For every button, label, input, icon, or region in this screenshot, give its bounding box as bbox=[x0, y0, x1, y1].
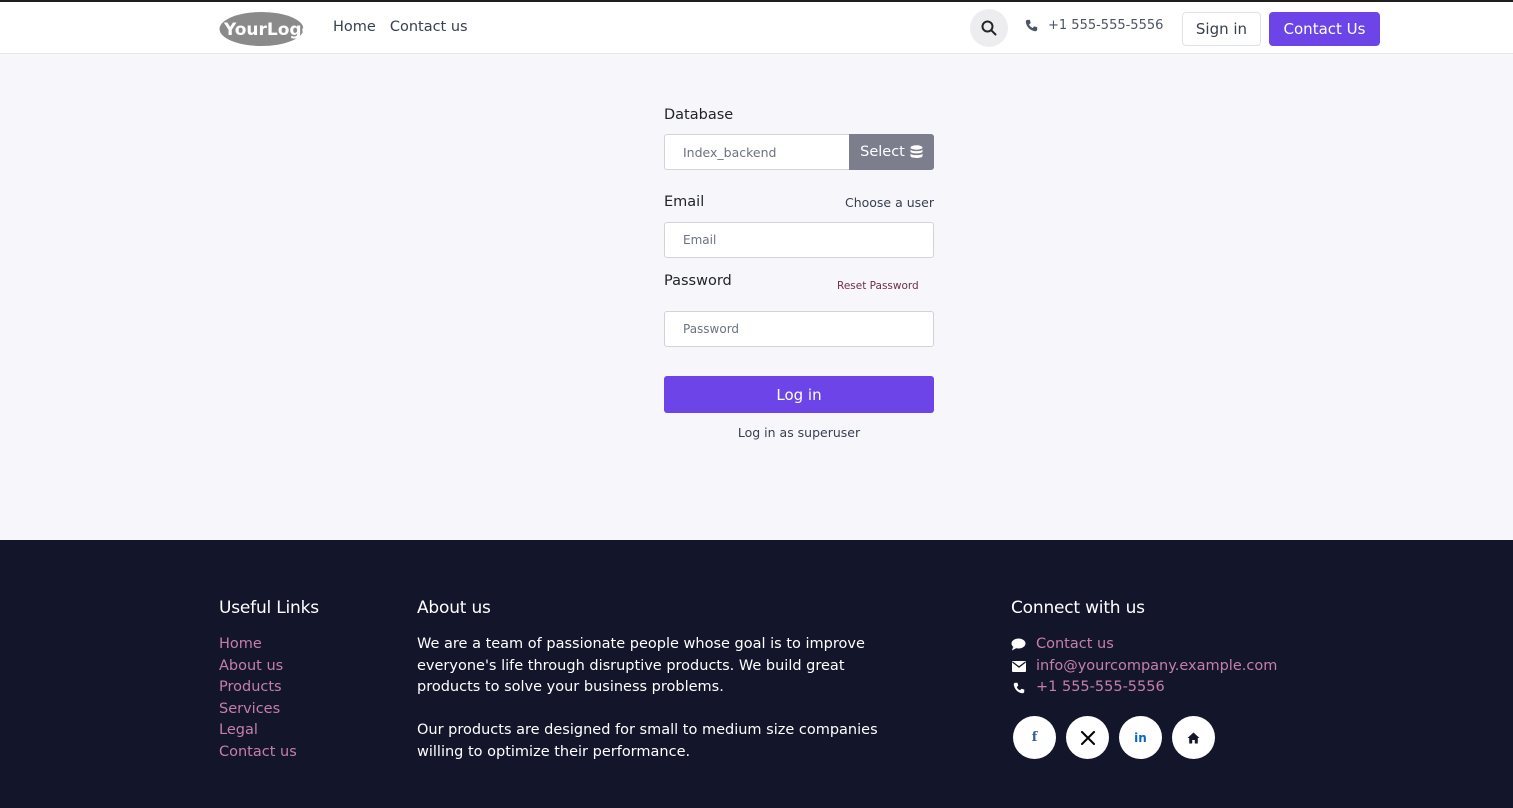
footer-link-home[interactable]: Home bbox=[219, 634, 297, 656]
header-phone-number: +1 555-555-5556 bbox=[1048, 18, 1164, 33]
password-label: Password bbox=[664, 273, 732, 289]
connect-email-row[interactable]: info@yourcompany.example.com bbox=[1011, 656, 1277, 678]
comment-icon bbox=[1011, 638, 1026, 651]
footer-link-legal[interactable]: Legal bbox=[219, 720, 297, 742]
x-button[interactable] bbox=[1066, 716, 1109, 759]
social-links: f in bbox=[1013, 716, 1215, 759]
about-title: About us bbox=[417, 598, 491, 618]
database-select-button[interactable]: Select bbox=[849, 134, 934, 170]
useful-links-list: Home About us Products Services Legal Co… bbox=[219, 634, 297, 764]
linkedin-button[interactable]: in bbox=[1119, 716, 1162, 759]
connect-email-link: info@yourcompany.example.com bbox=[1036, 657, 1278, 674]
footer-link-services[interactable]: Services bbox=[219, 699, 297, 721]
database-label: Database bbox=[664, 107, 734, 123]
footer-link-about[interactable]: About us bbox=[219, 656, 297, 678]
nav-item-home[interactable]: Home bbox=[333, 17, 376, 37]
footer-link-products[interactable]: Products bbox=[219, 677, 297, 699]
database-input[interactable]: Index_backend bbox=[664, 134, 849, 170]
sign-in-button[interactable]: Sign in bbox=[1182, 12, 1261, 46]
nav-item-contact[interactable]: Contact us bbox=[390, 17, 468, 37]
connect-title: Connect with us bbox=[1011, 598, 1145, 618]
phone-icon bbox=[1011, 682, 1026, 694]
search-button[interactable] bbox=[970, 9, 1008, 47]
footer-link-contact[interactable]: Contact us bbox=[219, 742, 297, 764]
select-label: Select bbox=[860, 144, 905, 160]
about-paragraph-1: We are a team of passionate people whose… bbox=[417, 636, 865, 696]
home-button[interactable] bbox=[1172, 716, 1215, 759]
email-field[interactable]: Email bbox=[664, 222, 934, 258]
about-paragraph-2: Our products are designed for small to m… bbox=[417, 722, 878, 760]
footer: Useful Links Home About us Products Serv… bbox=[0, 540, 1513, 808]
log-in-button[interactable]: Log in bbox=[664, 376, 934, 413]
linkedin-icon: in bbox=[1134, 730, 1147, 745]
useful-links-title: Useful Links bbox=[219, 598, 319, 618]
database-icon bbox=[910, 145, 923, 158]
connect-contact-row[interactable]: Contact us bbox=[1011, 634, 1277, 656]
logo[interactable]: YourLogo bbox=[219, 11, 313, 47]
choose-user-link[interactable]: Choose a user bbox=[845, 195, 934, 210]
connect-phone-link: +1 555-555-5556 bbox=[1036, 679, 1165, 696]
svg-text:YourLogo: YourLogo bbox=[223, 20, 304, 40]
password-field[interactable]: Password bbox=[664, 311, 934, 347]
connect-contact-link: Contact us bbox=[1036, 636, 1114, 652]
email-label: Email bbox=[664, 194, 705, 210]
envelope-icon bbox=[1011, 660, 1026, 672]
connect-phone-row[interactable]: +1 555-555-5556 bbox=[1011, 677, 1277, 699]
search-icon bbox=[981, 20, 997, 36]
about-text: We are a team of passionate people whose… bbox=[417, 634, 907, 764]
connect-list: Contact us info@yourcompany.example.com … bbox=[1011, 634, 1277, 699]
log-in-superuser-link[interactable]: Log in as superuser bbox=[664, 425, 934, 440]
contact-us-button[interactable]: Contact Us bbox=[1269, 12, 1380, 46]
header: YourLogo Home Contact us +1 555-555-5556… bbox=[0, 0, 1513, 54]
main-nav: Home Contact us bbox=[333, 17, 468, 37]
facebook-button[interactable]: f bbox=[1013, 716, 1056, 759]
reset-password-link[interactable]: Reset Password bbox=[837, 280, 919, 292]
home-icon bbox=[1187, 732, 1200, 743]
x-icon bbox=[1080, 730, 1095, 745]
database-group: Index_backend Select bbox=[664, 134, 934, 170]
facebook-icon: f bbox=[1031, 730, 1038, 745]
phone-icon bbox=[1025, 19, 1038, 32]
header-phone[interactable]: +1 555-555-5556 bbox=[1025, 18, 1163, 33]
